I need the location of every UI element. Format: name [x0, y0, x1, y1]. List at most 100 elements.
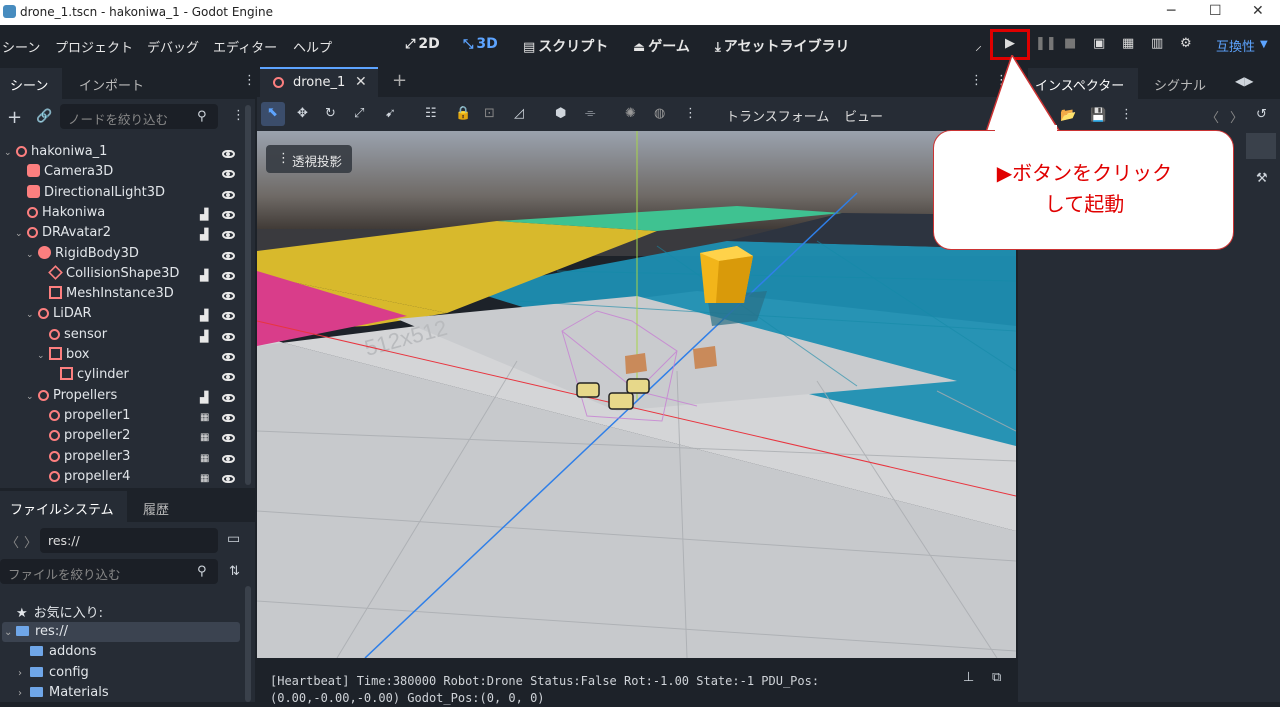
visibility-eye-icon[interactable]: [222, 353, 235, 361]
add-node-icon[interactable]: +: [7, 107, 22, 128]
visibility-eye-icon[interactable]: [222, 413, 235, 422]
history-icon[interactable]: ↺: [1256, 107, 1267, 122]
inspector-menu-icon[interactable]: ⋮: [1120, 107, 1133, 122]
run-current-scene-icon[interactable]: ▦: [1122, 36, 1134, 51]
renderer-select[interactable]: 互換性: [1216, 36, 1255, 55]
tab-import[interactable]: インポート: [79, 75, 144, 94]
script-icon[interactable]: ▟: [200, 330, 212, 343]
node-filter-input[interactable]: ノードを絞り込む: [60, 104, 218, 129]
remote-deploy-icon[interactable]: ▣: [1093, 36, 1105, 51]
stop-button[interactable]: ■: [1064, 36, 1076, 51]
filesystem-scrollbar[interactable]: [245, 586, 251, 702]
tab-signal[interactable]: シグナル: [1154, 75, 1206, 94]
workspace-2d[interactable]: ⤢ 2D: [405, 36, 440, 52]
file-list-item[interactable]: ⌄ res://: [4, 624, 68, 644]
tree-node[interactable]: ⌄ hakoniwa_1: [4, 144, 107, 164]
local-space-icon[interactable]: ⬢: [555, 106, 566, 121]
workspace-3d[interactable]: ⤡ 3D: [463, 36, 498, 52]
tree-node[interactable]: ⌄ box: [37, 347, 90, 367]
menu-debug[interactable]: デバッグ: [147, 37, 199, 56]
scale-icon[interactable]: ⤢: [354, 106, 364, 121]
file-filter-input[interactable]: ファイルを絞り込む: [0, 559, 218, 584]
open-scene-icon[interactable]: ▦: [200, 473, 212, 484]
pin-icon[interactable]: ⊥: [963, 670, 974, 685]
visibility-eye-icon[interactable]: [222, 231, 235, 240]
move-icon[interactable]: ✥: [297, 106, 308, 121]
pause-button[interactable]: ❚❚: [1035, 36, 1057, 51]
scene-tree-scrollbar[interactable]: [245, 105, 251, 485]
sort-icon[interactable]: ⇅: [229, 564, 240, 579]
close-window-button[interactable]: ✕: [1252, 3, 1264, 19]
add-tab-icon[interactable]: +: [392, 70, 407, 91]
visibility-eye-icon[interactable]: [222, 332, 235, 341]
tree-node[interactable]: MeshInstance3D: [37, 286, 174, 306]
menu-help[interactable]: ヘルプ: [293, 37, 332, 56]
tab-filesystem[interactable]: ファイルシステム: [10, 499, 114, 518]
tab-history[interactable]: 履歴: [143, 499, 169, 518]
open-scene-icon[interactable]: ▦: [200, 453, 212, 464]
save-icon[interactable]: 💾: [1090, 108, 1106, 123]
workspace-assetlib[interactable]: ⤓ アセットライブラリ: [715, 36, 849, 56]
expand-arrow-icon[interactable]: ⌄: [4, 148, 16, 158]
3d-viewport[interactable]: 512x512 ⋮ 透視投影: [257, 131, 1016, 658]
select-mode-button[interactable]: ⬉: [261, 102, 285, 126]
forward-icon[interactable]: 〉: [24, 532, 37, 551]
movie-maker-icon[interactable]: ⚙: [1180, 36, 1192, 51]
dock-menu-icon[interactable]: ⋮: [243, 73, 256, 88]
visibility-eye-icon[interactable]: [222, 210, 235, 219]
path-field[interactable]: res://: [40, 528, 218, 553]
favorites-row[interactable]: ★ お気に入り:: [16, 602, 103, 622]
visibility-eye-icon[interactable]: [222, 150, 235, 158]
tree-node[interactable]: cylinder: [48, 367, 129, 387]
expand-arrow-icon[interactable]: ⌄: [26, 310, 38, 320]
lock-list-icon[interactable]: ☷: [425, 106, 437, 121]
file-list-item[interactable]: addons: [18, 644, 96, 664]
tabs-scroll-icon[interactable]: ◀▶: [1235, 74, 1253, 88]
history-back-icon[interactable]: 〈: [1206, 107, 1219, 126]
tree-node[interactable]: ⌄ DRAvatar2: [15, 225, 111, 245]
visibility-eye-icon[interactable]: [222, 393, 235, 402]
expand-arrow-icon[interactable]: ›: [18, 688, 30, 699]
snap-icon[interactable]: ⌯: [585, 106, 595, 121]
menu-editor[interactable]: エディター: [213, 37, 277, 56]
visibility-eye-icon[interactable]: [222, 434, 235, 443]
tree-node[interactable]: propeller2: [37, 428, 130, 448]
sun-icon[interactable]: ✺: [625, 106, 636, 121]
history-forward-icon[interactable]: 〉: [1230, 107, 1243, 126]
view-menu[interactable]: ビュー: [844, 106, 883, 125]
run-custom-scene-icon[interactable]: ▥: [1151, 36, 1163, 51]
toolbar-menu-icon[interactable]: ⋮: [684, 106, 697, 121]
visibility-eye-icon[interactable]: [222, 454, 235, 463]
minimize-button[interactable]: ─: [1167, 3, 1175, 19]
tab-scene[interactable]: シーン: [10, 75, 48, 94]
script-icon[interactable]: ▟: [200, 309, 212, 322]
open-scene-icon[interactable]: ▦: [200, 432, 212, 443]
visibility-eye-icon[interactable]: [222, 251, 235, 260]
lock-icon[interactable]: 🔒: [455, 106, 471, 121]
close-tab-icon[interactable]: ✕: [355, 74, 367, 90]
tree-node[interactable]: sensor: [37, 327, 107, 347]
visibility-eye-icon[interactable]: [222, 190, 235, 199]
rotate-icon[interactable]: ↻: [325, 106, 336, 121]
visibility-eye-icon[interactable]: [222, 474, 235, 483]
doc-icon[interactable]: [1246, 133, 1276, 159]
tree-node[interactable]: ⌄ LiDAR: [26, 306, 92, 326]
visibility-eye-icon[interactable]: [222, 312, 235, 321]
visibility-eye-icon[interactable]: [222, 271, 235, 280]
menu-scene[interactable]: シーン: [2, 37, 40, 56]
open-scene-icon[interactable]: ▦: [200, 412, 212, 423]
tree-node[interactable]: propeller4: [37, 469, 130, 489]
tree-node[interactable]: ⌄ Propellers: [26, 388, 117, 408]
tree-node[interactable]: propeller3: [37, 449, 130, 469]
visibility-eye-icon[interactable]: [222, 292, 235, 301]
ruler-icon[interactable]: ◿: [514, 106, 524, 121]
maximize-button[interactable]: ☐: [1209, 3, 1222, 19]
visibility-eye-icon[interactable]: [222, 373, 235, 382]
tree-node[interactable]: DirectionalLight3D: [15, 184, 165, 205]
tab-drone-1[interactable]: drone_1 ✕: [260, 67, 378, 97]
tree-node[interactable]: CollisionShape3D: [37, 264, 179, 286]
expand-arrow-icon[interactable]: ⌄: [26, 392, 38, 402]
transform-menu[interactable]: トランスフォーム: [726, 106, 829, 125]
perspective-button[interactable]: ⋮ 透視投影: [266, 145, 352, 173]
copy-icon[interactable]: ⧉: [992, 670, 1001, 685]
